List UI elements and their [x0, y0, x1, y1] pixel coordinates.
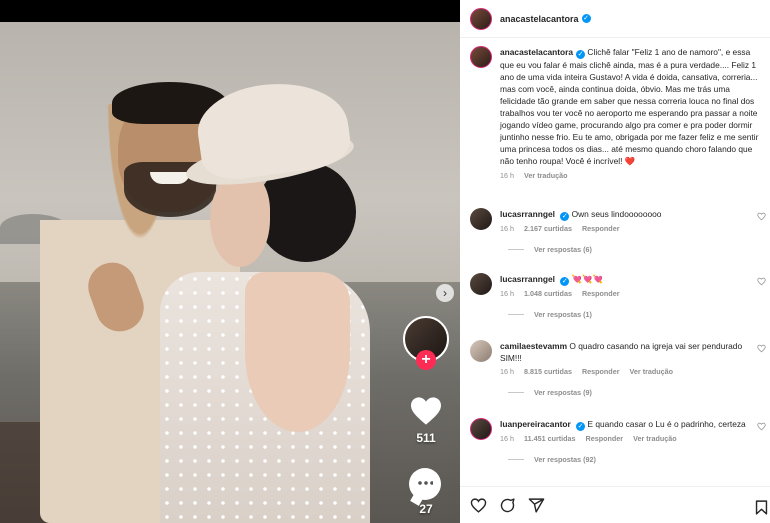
verified-badge-icon: ✓ [560, 212, 570, 221]
verified-badge-icon: ✓ [576, 50, 586, 59]
view-replies-label: Ver respostas (1) [534, 310, 592, 319]
caption-meta: 16 h Ver tradução [500, 170, 765, 182]
reply-button[interactable]: Responder [582, 289, 620, 298]
photo-bride-back [245, 272, 350, 432]
view-replies-button[interactable]: Ver respostas (92) [508, 455, 768, 464]
commenter-username[interactable]: lucasrranngel [500, 209, 555, 219]
comment-text: 💘💘💘 [571, 274, 603, 284]
commenter-avatar[interactable] [470, 340, 492, 362]
comment-dots [417, 481, 433, 485]
commenter-username[interactable]: camilaestevamm [500, 341, 567, 351]
view-replies-button[interactable]: Ver respostas (9) [508, 388, 768, 397]
comment-time: 16 h [500, 367, 514, 376]
comment-time: 16 h [500, 434, 514, 443]
comment-text: E quando casar o Lu é o padrinho, certez… [587, 419, 746, 429]
see-translation-link[interactable]: Ver tradução [633, 434, 677, 443]
comment-heart-icon[interactable] [757, 422, 766, 431]
heart-icon[interactable] [470, 497, 487, 514]
comment-item: lucasrranngel ✓ 💘💘💘 16 h 1.048 curtidas … [470, 273, 768, 319]
comment-heart-icon[interactable] [757, 344, 766, 353]
commenter-avatar[interactable] [470, 418, 492, 440]
photo-groom-smile [150, 172, 190, 184]
view-replies-button[interactable]: Ver respostas (6) [508, 245, 768, 254]
share-icon[interactable] [528, 497, 545, 514]
comment-count: 27 [419, 502, 433, 516]
post-header: anacastelacantora ✓ [460, 0, 770, 38]
verified-badge-icon: ✓ [560, 277, 570, 286]
view-replies-label: Ver respostas (6) [534, 245, 592, 254]
post-caption: anacastelacantora ✓ Clichê falar "Feliz 1… [470, 46, 768, 182]
heart-icon[interactable] [409, 396, 443, 426]
caption-avatar[interactable] [470, 46, 492, 68]
follow-button[interactable]: + [416, 350, 436, 370]
author-avatar[interactable] [470, 7, 492, 30]
author-username[interactable]: anacastelacantora [500, 14, 579, 24]
caption-username[interactable]: anacastelacantora [500, 47, 573, 57]
commenter-avatar[interactable] [470, 273, 492, 295]
caption-body: Clichê falar "Feliz 1 ano de namoro", e … [500, 47, 759, 166]
view-replies-label: Ver respostas (92) [534, 455, 596, 464]
action-bar [460, 486, 770, 523]
caption-text: anacastelacantora ✓ Clichê falar "Feliz 1… [500, 46, 765, 182]
verified-badge-icon: ✓ [581, 14, 591, 23]
photo-bride-face [210, 172, 270, 267]
reply-button[interactable]: Responder [586, 434, 624, 443]
comment-item: luanpereiracantor ✓ E quando casar o Lu … [470, 418, 768, 464]
post-panel: anacastelacantora ✓ anacastelacantora ✓ C… [460, 0, 770, 523]
comment-heart-icon[interactable] [757, 212, 766, 221]
reply-button[interactable]: Responder [582, 367, 620, 376]
reply-button[interactable]: Responder [582, 224, 620, 233]
comment-time: 16 h [500, 224, 514, 233]
view-replies-button[interactable]: Ver respostas (1) [508, 310, 768, 319]
see-translation-link[interactable]: Ver tradução [630, 367, 674, 376]
comment-item: lucasrranngel ✓ Own seus lindoooooooo 16… [470, 208, 768, 254]
comment-likes[interactable]: 1.048 curtidas [524, 289, 572, 298]
commenter-avatar[interactable] [470, 208, 492, 230]
comment-time: 16 h [500, 289, 514, 298]
comment-likes[interactable]: 8.815 curtidas [524, 367, 572, 376]
comment-heart-icon[interactable] [757, 277, 766, 286]
media-top-bar [0, 0, 460, 22]
next-slide-button[interactable]: › [436, 284, 454, 302]
commenter-username[interactable]: lucasrranngel [500, 274, 555, 284]
commenter-username[interactable]: luanpereiracantor [500, 419, 571, 429]
comment-likes[interactable]: 11.451 curtidas [524, 434, 576, 443]
post-media: › + 511 27 [0, 0, 460, 523]
comment-item: camilaestevamm O quadro casando na igrej… [470, 340, 768, 397]
comment-bubble-icon[interactable] [409, 468, 441, 500]
comment-likes[interactable]: 2.167 curtidas [524, 224, 572, 233]
caption-time: 16 h [500, 171, 514, 180]
comment-icon[interactable] [499, 497, 516, 514]
verified-badge-icon: ✓ [576, 422, 586, 431]
like-count: 511 [416, 431, 436, 445]
comment-text: Own seus lindoooooooo [571, 209, 662, 219]
bookmark-icon[interactable] [753, 499, 770, 516]
see-translation-link[interactable]: Ver tradução [524, 171, 568, 180]
couple-photo[interactable] [0, 22, 460, 523]
view-replies-label: Ver respostas (9) [534, 388, 592, 397]
